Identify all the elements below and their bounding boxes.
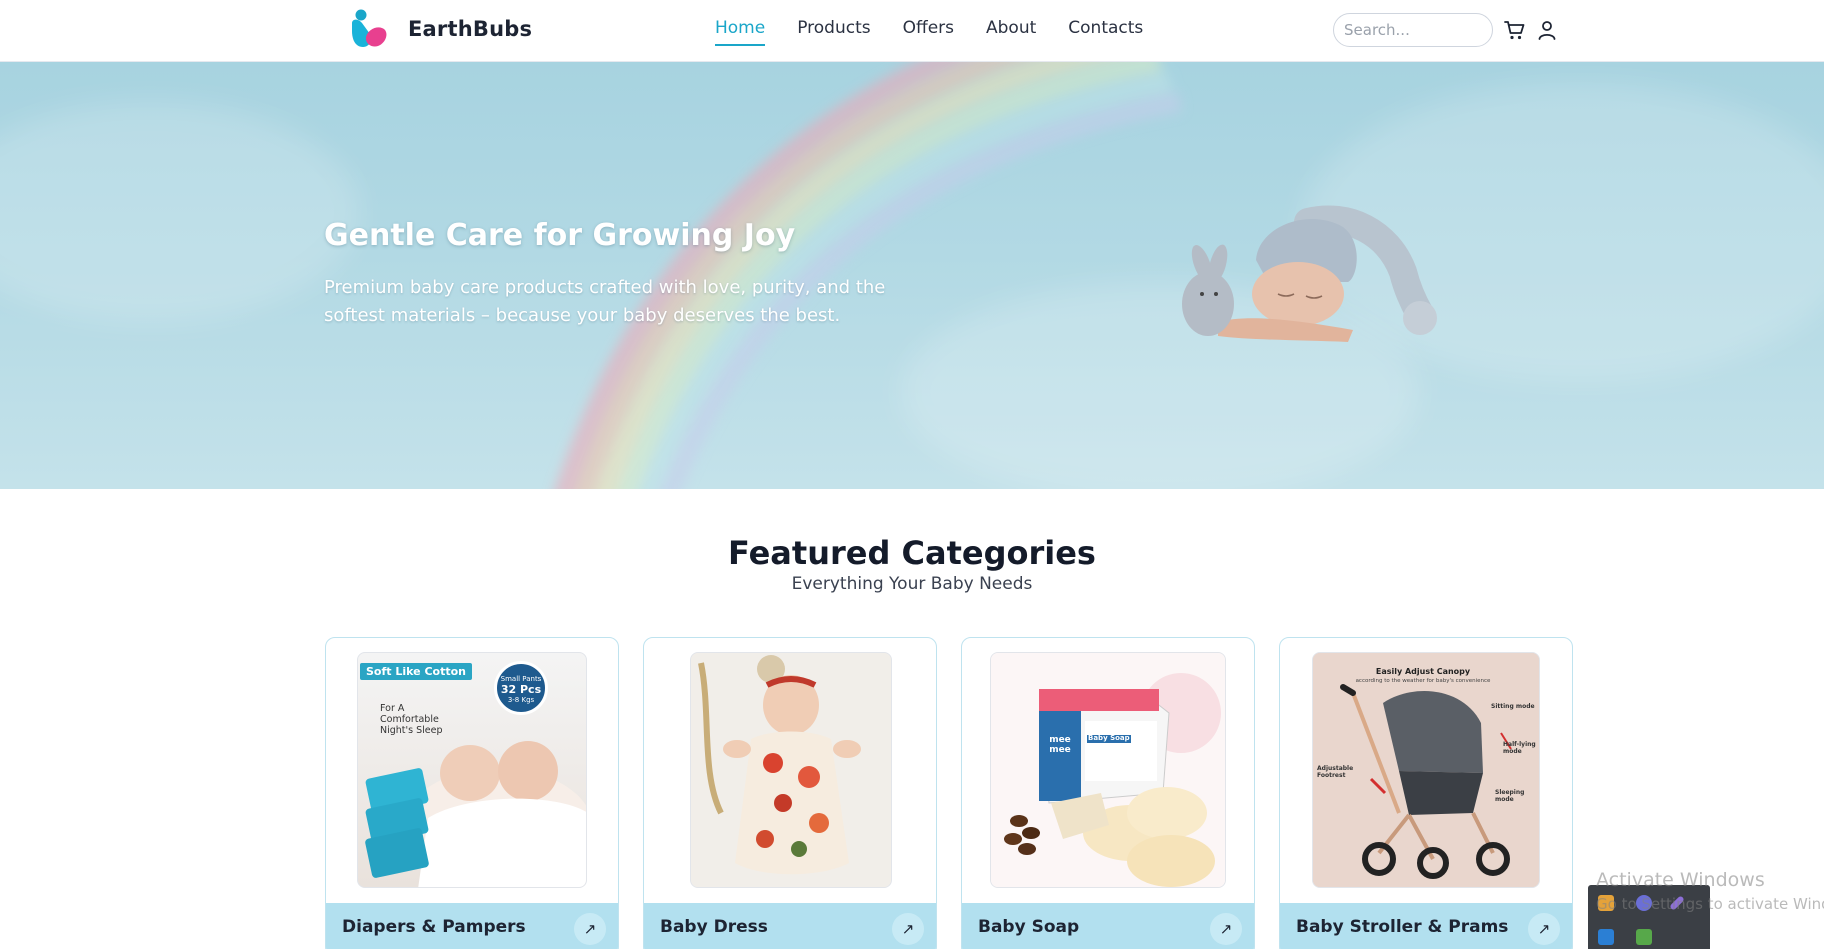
drive-icon[interactable] [1636,929,1652,945]
arrow-up-right-icon[interactable]: ↗ [1528,913,1560,945]
nav-products[interactable]: Products [797,18,870,46]
soap-box-illustration [991,653,1225,887]
nav-home[interactable]: Home [715,18,766,46]
soap-product-text: Baby Soap [1088,734,1130,742]
category-label: Baby Stroller & Prams [1296,917,1509,937]
cloud-sync-icon[interactable] [1598,929,1614,945]
canopy-sub-text: according to the weather for baby's conv… [1355,678,1491,684]
activate-windows-title: Activate Windows [1596,869,1765,891]
hero-title: Gentle Care for Growing Joy [324,218,796,253]
diaper-packs-illustration [365,741,586,887]
category-card-stroller[interactable]: Easily Adjust Canopy according to the we… [1279,637,1573,949]
baby-soap-image: mee mee Baby Soap [990,652,1226,888]
category-bar: Baby Soap ↗ [962,903,1254,949]
site-header: EarthBubs Home Products Offers About Con… [0,0,1824,62]
search-input[interactable] [1333,13,1493,47]
activate-windows-subtitle: Go to Settings to activate Windows. [1596,895,1824,913]
baby-in-floral-dress-illustration [691,653,891,887]
category-grid: Soft Like Cotton Small Pants 32 Pcs 3-8 … [325,637,1573,949]
nav-contacts[interactable]: Contacts [1068,18,1143,46]
category-label: Diapers & Pampers [342,917,526,937]
hero-subtitle: Premium baby care products crafted with … [324,277,886,326]
main-nav: Home Products Offers About Contacts [715,18,1143,46]
category-bar: Baby Dress ↗ [644,903,936,949]
arrow-up-right-icon[interactable]: ↗ [1210,913,1242,945]
arrow-up-right-icon[interactable]: ↗ [574,913,606,945]
sleeping-mode-text: Sleeping mode [1495,789,1525,803]
featured-subtitle: Everything Your Baby Needs [791,574,1033,594]
sitting-mode-text: Sitting mode [1491,703,1535,710]
brand-name[interactable]: EarthBubs [408,17,532,41]
category-card-baby-soap[interactable]: mee mee Baby Soap Baby Soap ↗ [961,637,1255,949]
category-bar: Baby Stroller & Prams ↗ [1280,903,1572,949]
nav-about[interactable]: About [986,18,1036,46]
featured-title: Featured Categories [728,534,1096,572]
category-bar: Diapers & Pampers ↗ [326,903,618,949]
sleeping-baby-image [1182,205,1437,342]
user-icon[interactable] [1535,18,1559,42]
category-label: Baby Dress [660,917,768,937]
category-card-diapers[interactable]: Soft Like Cotton Small Pants 32 Pcs 3-8 … [325,637,619,949]
soap-brand-text: mee mee [1049,735,1071,755]
half-lying-mode-text: Half-lying mode [1503,741,1536,755]
category-label: Baby Soap [978,917,1080,937]
cart-icon[interactable] [1503,18,1527,42]
stroller-image: Easily Adjust Canopy according to the we… [1312,652,1540,888]
arrow-up-right-icon[interactable]: ↗ [892,913,924,945]
hero-banner: Gentle Care for Growing Joy Premium baby… [0,62,1824,489]
heart-drop-logo-icon[interactable] [348,7,388,49]
category-card-baby-dress[interactable]: Baby Dress ↗ [643,637,937,949]
nav-offers[interactable]: Offers [903,18,954,46]
footrest-text: Adjustable Footrest [1317,765,1354,779]
rainbow-graphic [555,62,1182,489]
canopy-text: Easily Adjust Canopy [1375,667,1471,676]
diapers-image: Soft Like Cotton Small Pants 32 Pcs 3-8 … [357,652,587,888]
baby-dress-image [690,652,892,888]
